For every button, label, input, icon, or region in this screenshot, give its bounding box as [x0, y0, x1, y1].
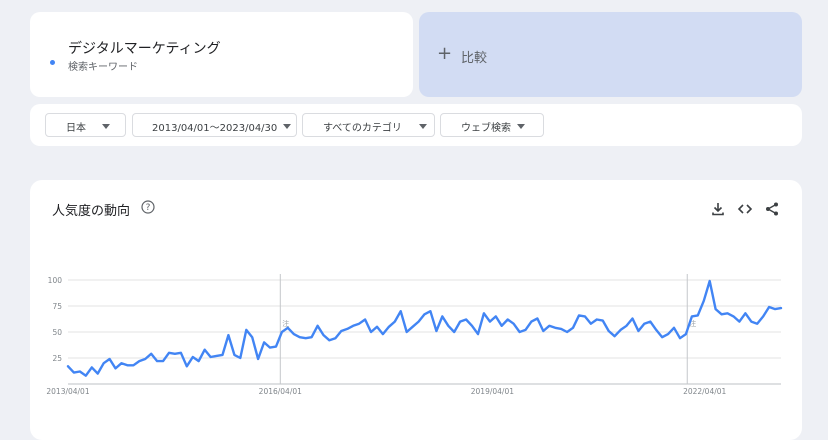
filter-bar: 日本 2013/04/01〜2023/04/30 すべてのカテゴリ ウェブ検索 [30, 104, 802, 146]
chevron-down-icon [517, 124, 525, 129]
series-line [66, 279, 783, 377]
date-range-label: 2013/04/01〜2023/04/30 [152, 123, 278, 134]
date-range-dropdown[interactable]: 2013/04/01〜2023/04/30 [132, 113, 297, 137]
chevron-down-icon [419, 124, 427, 129]
plus-icon: + [437, 43, 453, 64]
share-icon[interactable] [764, 201, 780, 217]
category-label: すべてのカテゴリ [323, 123, 402, 134]
interest-over-time-card: 人気度の動向 ? 25 50 75 100 注注 2013/04/01 2016/04/01… [30, 180, 802, 440]
chevron-down-icon [283, 124, 291, 129]
y-tick-label: 25 [52, 354, 62, 363]
interest-line-chart: 255075100注 注2013/04/01 2016/04/01 2019/04/0… [46, 274, 783, 396]
chart-title: 人気度の動向 [52, 204, 131, 219]
region-dropdown[interactable]: 日本 [45, 113, 126, 137]
x-tick-label: 2019/04/01 [471, 387, 514, 396]
region-label: 日本 [66, 123, 86, 134]
embed-code-icon[interactable] [737, 201, 753, 217]
download-icon[interactable] [710, 201, 726, 217]
search-type-dropdown[interactable]: ウェブ検索 [440, 113, 544, 137]
svg-text:?: ? [146, 203, 151, 213]
search-term-type: 検索キーワード [68, 62, 138, 73]
help-circle-icon[interactable]: ? [141, 200, 155, 214]
search-type-label: ウェブ検索 [461, 123, 511, 134]
series-color-dot [50, 60, 55, 65]
chevron-down-icon [102, 124, 110, 129]
search-term-card[interactable]: デジタルマーケティング 検索キーワード [30, 12, 413, 97]
search-term-title[interactable]: デジタルマーケティング [68, 38, 221, 58]
category-dropdown[interactable]: すべてのカテゴリ [302, 113, 435, 137]
compare-label: 比較 [461, 51, 488, 66]
x-tick-label: 2022/04/01 [683, 387, 726, 396]
y-tick-label: 75 [52, 302, 62, 311]
compare-card[interactable]: + 比較 [419, 12, 802, 97]
x-tick-label: 2013/04/01 [46, 387, 89, 396]
x-tick-label: 2016/04/01 [259, 387, 302, 396]
y-tick-label: 50 [52, 328, 62, 337]
note-marker-label: 注 [282, 319, 289, 328]
y-tick-label: 100 [48, 276, 63, 285]
